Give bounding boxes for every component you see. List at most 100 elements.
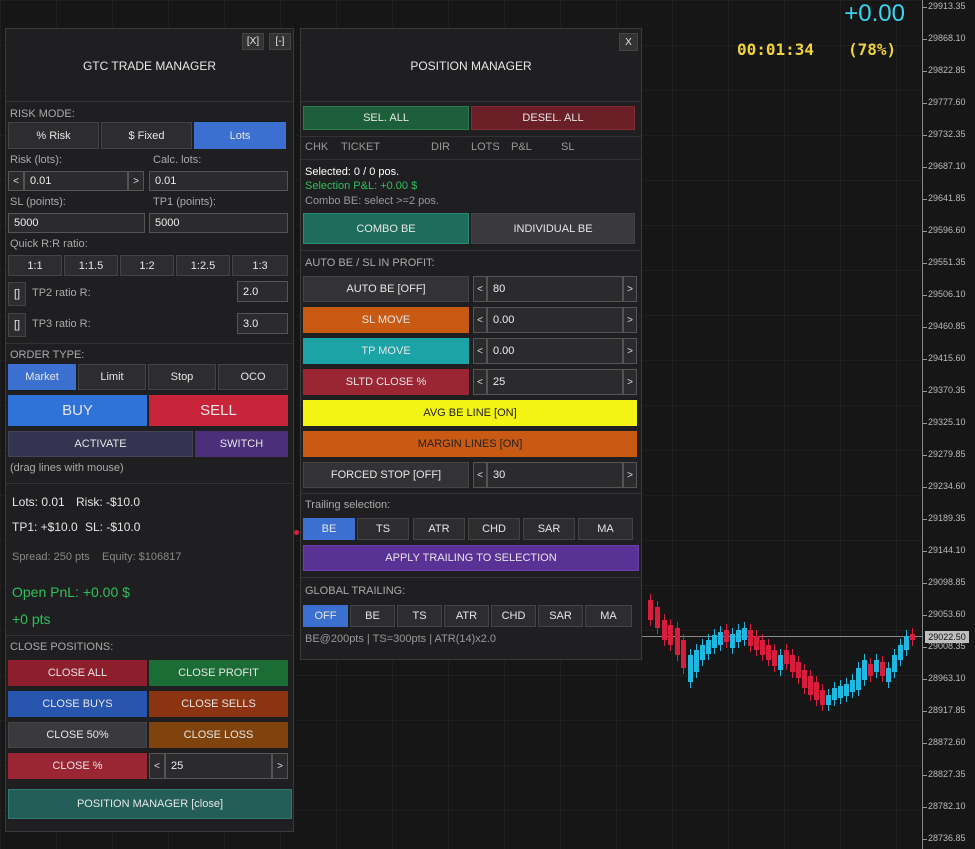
trailing-sar-button[interactable]: SAR: [523, 518, 575, 540]
sltd-close-input[interactable]: 25: [487, 369, 623, 395]
risk-mode-lots-button[interactable]: Lots: [194, 122, 286, 149]
sltd-close-increment-button[interactable]: >: [623, 369, 637, 395]
rr-1-2.5-button[interactable]: 1:2.5: [176, 255, 230, 276]
select-all-button[interactable]: SEL. ALL: [303, 106, 469, 130]
tp2-ratio-input[interactable]: 2.0: [237, 281, 288, 302]
sl-move-increment-button[interactable]: >: [623, 307, 637, 333]
sl-move-button[interactable]: SL MOVE: [303, 307, 469, 333]
deselect-all-button[interactable]: DESEL. ALL: [471, 106, 635, 130]
risk-lots-input[interactable]: 0.01: [24, 171, 128, 191]
risk-mode-percent-button[interactable]: % Risk: [8, 122, 99, 149]
candle-body: [648, 600, 653, 620]
global-be-button[interactable]: BE: [350, 605, 395, 627]
order-type-oco-button[interactable]: OCO: [218, 364, 288, 390]
forced-stop-increment-button[interactable]: >: [623, 462, 637, 488]
tp3-checkbox[interactable]: []: [8, 313, 26, 337]
risk-mode-label: RISK MODE:: [10, 108, 75, 120]
lots-info: Lots: 0.01: [12, 495, 65, 509]
tp1-points-input[interactable]: 5000: [149, 213, 288, 233]
price-tick-mark: [923, 551, 927, 552]
risk-mode-fixed-button[interactable]: $ Fixed: [101, 122, 192, 149]
tp3-ratio-input[interactable]: 3.0: [237, 313, 288, 334]
price-tick-mark: [923, 71, 927, 72]
close-sells-button[interactable]: CLOSE SELLS: [149, 691, 288, 717]
sl-move-decrement-button[interactable]: <: [473, 307, 487, 333]
forced-stop-decrement-button[interactable]: <: [473, 462, 487, 488]
global-ma-button[interactable]: MA: [585, 605, 632, 627]
open-pnl-text: Open PnL: +0.00 $: [12, 584, 130, 600]
close-50-button[interactable]: CLOSE 50%: [8, 722, 147, 748]
individual-be-button[interactable]: INDIVIDUAL BE: [471, 213, 635, 244]
trailing-chd-button[interactable]: CHD: [468, 518, 520, 540]
trailing-ts-button[interactable]: TS: [357, 518, 409, 540]
forced-stop-button[interactable]: FORCED STOP [OFF]: [303, 462, 469, 488]
sltd-close-decrement-button[interactable]: <: [473, 369, 487, 395]
avg-be-line-button[interactable]: AVG BE LINE [ON]: [303, 400, 637, 426]
close-profit-button[interactable]: CLOSE PROFIT: [149, 660, 288, 686]
candle-body: [886, 668, 891, 682]
section-divider: [301, 101, 641, 102]
candle-body: [655, 607, 660, 628]
candle-body: [892, 655, 897, 672]
global-off-button[interactable]: OFF: [303, 605, 348, 627]
auto-be-increment-button[interactable]: >: [623, 276, 637, 302]
global-sar-button[interactable]: SAR: [538, 605, 583, 627]
trailing-atr-button[interactable]: ATR: [413, 518, 465, 540]
rr-1-3-button[interactable]: 1:3: [232, 255, 288, 276]
close-window-button[interactable]: [X]: [242, 33, 264, 50]
close-percent-button[interactable]: CLOSE %: [8, 753, 147, 779]
rr-1-1-button[interactable]: 1:1: [8, 255, 62, 276]
candle-body: [868, 664, 873, 676]
rr-1-1.5-button[interactable]: 1:1.5: [64, 255, 118, 276]
tp-move-decrement-button[interactable]: <: [473, 338, 487, 364]
buy-button[interactable]: BUY: [8, 395, 147, 426]
tp-move-increment-button[interactable]: >: [623, 338, 637, 364]
sl-points-input[interactable]: 5000: [8, 213, 145, 233]
forced-stop-input[interactable]: 30: [487, 462, 623, 488]
order-type-stop-button[interactable]: Stop: [148, 364, 216, 390]
order-type-limit-button[interactable]: Limit: [78, 364, 146, 390]
price-tick-label: 29415.60: [928, 353, 966, 363]
price-tick-label: 28917.85: [928, 705, 966, 715]
section-divider: [301, 159, 641, 160]
close-window-button[interactable]: X: [619, 33, 638, 51]
combo-be-button[interactable]: COMBO BE: [303, 213, 469, 244]
global-chd-button[interactable]: CHD: [491, 605, 536, 627]
price-tick-mark: [923, 167, 927, 168]
close-percent-increment-button[interactable]: >: [272, 753, 288, 779]
position-manager-toggle-button[interactable]: POSITION MANAGER [close]: [8, 789, 292, 819]
order-type-market-button[interactable]: Market: [8, 364, 76, 390]
risk-increment-button[interactable]: >: [128, 171, 144, 191]
tp-move-input[interactable]: 0.00: [487, 338, 623, 364]
auto-be-decrement-button[interactable]: <: [473, 276, 487, 302]
tp-move-button[interactable]: TP MOVE: [303, 338, 469, 364]
tp2-checkbox[interactable]: []: [8, 282, 26, 306]
price-tick-label: 29279.85: [928, 449, 966, 459]
sl-move-input[interactable]: 0.00: [487, 307, 623, 333]
sltd-close-button[interactable]: SLTD CLOSE %: [303, 369, 469, 395]
trailing-be-button[interactable]: BE: [303, 518, 355, 540]
risk-decrement-button[interactable]: <: [8, 171, 24, 191]
close-all-button[interactable]: CLOSE ALL: [8, 660, 147, 686]
candle-body: [754, 636, 759, 650]
close-buys-button[interactable]: CLOSE BUYS: [8, 691, 147, 717]
auto-be-button[interactable]: AUTO BE [OFF]: [303, 276, 469, 302]
candle-body: [802, 670, 807, 688]
switch-button[interactable]: SWITCH: [195, 431, 288, 457]
global-ts-button[interactable]: TS: [397, 605, 442, 627]
candle-body: [742, 628, 747, 640]
trailing-ma-button[interactable]: MA: [578, 518, 633, 540]
minimize-button[interactable]: [-]: [269, 33, 291, 50]
close-loss-button[interactable]: CLOSE LOSS: [149, 722, 288, 748]
close-percent-decrement-button[interactable]: <: [149, 753, 165, 779]
apply-trailing-button[interactable]: APPLY TRAILING TO SELECTION: [303, 545, 639, 571]
activate-button[interactable]: ACTIVATE: [8, 431, 193, 457]
price-tick-mark: [923, 327, 927, 328]
close-percent-input[interactable]: 25: [165, 753, 272, 779]
candle-body: [694, 650, 699, 672]
rr-1-2-button[interactable]: 1:2: [120, 255, 174, 276]
auto-be-input[interactable]: 80: [487, 276, 623, 302]
sell-button[interactable]: SELL: [149, 395, 288, 426]
global-atr-button[interactable]: ATR: [444, 605, 489, 627]
margin-lines-button[interactable]: MARGIN LINES [ON]: [303, 431, 637, 457]
